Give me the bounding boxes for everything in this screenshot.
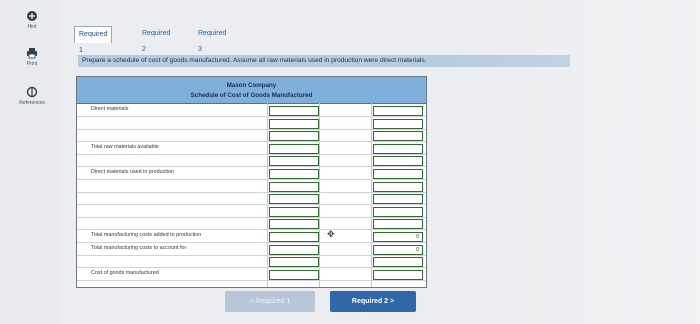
amount-input-b[interactable]: [373, 269, 423, 280]
schedule-row: [77, 193, 426, 206]
sidebar-item-hint[interactable]: Hint: [14, 10, 50, 30]
company-name: Mason Company: [226, 82, 277, 89]
schedule-header: Mason Company Schedule of Cost of Goods …: [77, 77, 426, 104]
amount-input-b[interactable]: [373, 169, 423, 179]
tab-required-1[interactable]: Required 1: [74, 26, 113, 54]
amount-input-a[interactable]: [269, 143, 319, 154]
schedule-row: Total manufacturing costs to account for…: [77, 244, 426, 256]
amount-input-a[interactable]: [269, 194, 319, 205]
sidebar-item-label: Print: [26, 61, 38, 67]
amount-input-a[interactable]: [269, 269, 319, 280]
amount-input-a[interactable]: [269, 257, 319, 268]
amount-input-b[interactable]: 0: [373, 244, 423, 255]
amount-input-a[interactable]: [269, 156, 319, 167]
amount-input-b[interactable]: [373, 219, 423, 230]
next-required-button[interactable]: Required 2 >: [330, 291, 416, 312]
sidebar-item-print[interactable]: Print: [14, 47, 50, 67]
row-label: Total manufacturing costs added to produ…: [91, 232, 202, 238]
print-icon: [27, 48, 37, 59]
amount-input-b[interactable]: [373, 257, 423, 268]
amount-input-b[interactable]: [373, 131, 423, 142]
amount-input-a[interactable]: [269, 169, 319, 179]
sidebar-item-label: References: [19, 100, 45, 106]
prev-required-button[interactable]: < Required 1: [225, 291, 315, 312]
amount-input-b[interactable]: [373, 143, 423, 154]
amount-input-a[interactable]: [269, 131, 319, 142]
tab-required-2[interactable]: Required 2: [138, 26, 174, 53]
row-label: Total raw materials available: [91, 143, 159, 150]
amount-input-b[interactable]: 0: [373, 232, 423, 242]
schedule-row: Cost of goods manufactured: [77, 269, 426, 281]
schedule-row: [77, 130, 426, 143]
amount-input-a[interactable]: [269, 181, 319, 192]
amount-input-b[interactable]: [373, 194, 423, 205]
amount-value: 0: [416, 246, 419, 253]
schedule-row: [77, 206, 426, 218]
amount-input-a[interactable]: [269, 106, 319, 116]
schedule-title: Schedule of Cost of Goods Manufactured: [190, 92, 313, 99]
instruction-text: Prepare a schedule of cost of goods manu…: [78, 55, 570, 67]
sidebar-item-label: Hint: [27, 24, 37, 30]
schedule-row: [77, 118, 426, 130]
amount-input-a[interactable]: [269, 232, 319, 242]
schedule-row: Direct materials used in production: [77, 168, 426, 180]
amount-input-b[interactable]: [373, 118, 423, 129]
row-label: Direct materials: [91, 106, 129, 112]
schedule-row: [77, 155, 426, 168]
row-label: Direct materials used in production: [91, 169, 174, 175]
screen-glare: [440, 0, 700, 324]
move-handle-icon[interactable]: ✥: [327, 229, 341, 239]
tab-required-3[interactable]: Required 3: [194, 26, 230, 53]
sidebar-item-references[interactable]: References: [14, 86, 50, 106]
amount-input-b[interactable]: [373, 106, 423, 116]
row-label: Total manufacturing costs to account for: [91, 244, 187, 251]
schedule-row: Total raw materials available: [77, 143, 426, 155]
schedule-row: [77, 181, 426, 193]
schedule-table: Mason Company Schedule of Cost of Goods …: [76, 76, 427, 288]
amount-input-a[interactable]: [269, 244, 319, 255]
amount-input-b[interactable]: [373, 206, 423, 217]
amount-input-a[interactable]: [269, 118, 319, 129]
amount-value: 0: [416, 234, 419, 240]
amount-input-b[interactable]: [373, 181, 423, 192]
schedule-row: [77, 218, 426, 231]
schedule-row: [77, 256, 426, 269]
hint-icon: [27, 11, 37, 21]
amount-input-b[interactable]: [373, 156, 423, 167]
sidebar: Hint Print References: [0, 0, 62, 324]
row-label: Cost of goods manufactured: [91, 269, 159, 276]
amount-input-a[interactable]: [269, 219, 319, 230]
schedule-row: Direct materials: [77, 105, 426, 117]
references-icon: [26, 86, 38, 98]
schedule-row: Total manufacturing costs added to produ…: [77, 231, 426, 243]
amount-input-a[interactable]: [269, 206, 319, 217]
